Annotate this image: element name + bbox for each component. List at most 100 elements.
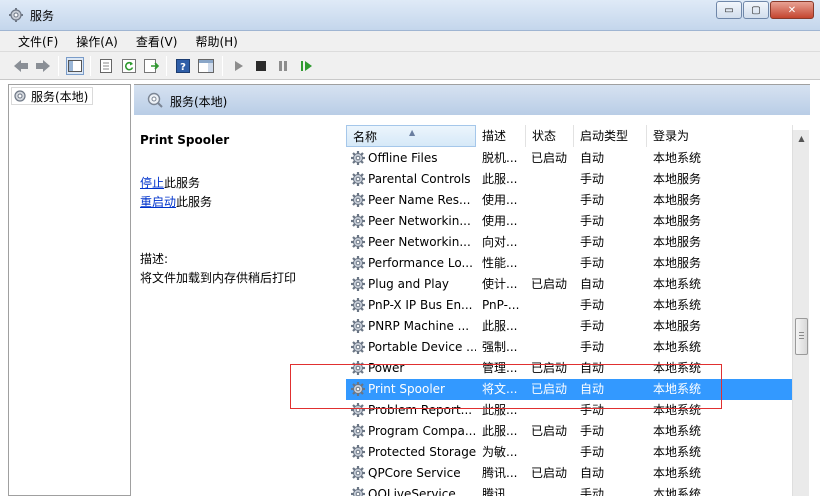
pause-service-icon[interactable]: [274, 57, 292, 75]
service-gear-icon: [351, 487, 365, 496]
service-description-cell: 腾讯...: [482, 466, 518, 480]
service-name-cell: Parental Controls: [368, 172, 471, 186]
help-icon[interactable]: ?: [174, 57, 192, 75]
window-title: 服务: [30, 9, 55, 23]
service-name-cell: Problem Report...: [368, 403, 473, 417]
service-logon-cell: 本地系统: [653, 298, 702, 312]
stop-action: 停止此服务: [140, 174, 200, 191]
properties-sheet-icon[interactable]: [97, 57, 115, 75]
service-description-cell: 将文...: [482, 382, 518, 396]
stop-action-text: 此服务: [164, 176, 201, 190]
service-name-cell: Plug and Play: [368, 277, 450, 291]
maximize-button[interactable]: ▢: [743, 1, 769, 19]
service-gear-icon: [351, 235, 365, 249]
table-row[interactable]: Performance Lo... 性能... 手动 本地服务: [346, 253, 794, 274]
services-list: ▲ 名称 描述 状态 启动类型 登录为 Offline Files 脱机... 已启…: [346, 123, 810, 496]
service-logon-cell: 本地系统: [653, 487, 702, 496]
service-status-cell: [531, 316, 577, 337]
forward-arrow-icon[interactable]: [34, 57, 52, 75]
scroll-up-icon[interactable]: ▲: [793, 130, 810, 147]
minimize-button[interactable]: ▭: [716, 1, 742, 19]
service-status-cell: 已启动: [531, 277, 568, 291]
service-startup-type-cell: 手动: [580, 487, 605, 496]
service-description-cell: 为敏...: [482, 445, 518, 459]
service-gear-icon: [351, 319, 365, 333]
service-startup-type-cell: 手动: [580, 340, 605, 354]
refresh-icon[interactable]: [120, 57, 138, 75]
table-row[interactable]: Print Spooler 将文... 已启动 自动 本地系统: [346, 379, 794, 400]
table-row[interactable]: Protected Storage 为敏... 手动 本地系统: [346, 442, 794, 463]
table-row[interactable]: Parental Controls 此服... 手动 本地服务: [346, 169, 794, 190]
service-startup-type-cell: 手动: [580, 235, 605, 249]
restart-service-link[interactable]: 重启动: [140, 195, 176, 209]
service-status-cell: 已启动: [531, 466, 568, 480]
table-row[interactable]: Power 管理... 已启动 自动 本地系统: [346, 358, 794, 379]
services-pane: 服务(本地) Print Spooler 停止此服务 重启动此服务 描述: 将文…: [134, 84, 810, 496]
service-startup-type-cell: 自动: [580, 151, 605, 165]
service-status-cell: [531, 484, 577, 496]
service-description-cell: 使用...: [482, 193, 518, 207]
service-name-cell: Protected Storage: [368, 445, 476, 459]
table-row[interactable]: Problem Report... 此服... 手动 本地系统: [346, 400, 794, 421]
vertical-scrollbar[interactable]: ▲: [792, 130, 809, 496]
service-status-cell: 已启动: [531, 361, 568, 375]
restart-service-icon[interactable]: [298, 57, 316, 75]
action-pane-icon[interactable]: [197, 57, 215, 75]
table-row[interactable]: QQLiveService 腾讯... 手动 本地系统: [346, 484, 794, 496]
service-gear-icon: [351, 172, 365, 186]
start-service-icon[interactable]: [230, 57, 248, 75]
scrollbar-thumb[interactable]: [795, 318, 808, 355]
services-gear-icon: [14, 90, 26, 102]
show-console-tree-icon[interactable]: [66, 57, 84, 75]
menu-file[interactable]: 文件(F): [0, 33, 67, 50]
service-logon-cell: 本地服务: [653, 319, 702, 333]
service-name-cell: QPCore Service: [368, 466, 461, 480]
table-row[interactable]: Peer Networkin... 使用... 手动 本地服务: [346, 211, 794, 232]
tree-node-label: 服务(本地): [31, 89, 89, 104]
service-gear-icon: [351, 256, 365, 270]
table-row[interactable]: Plug and Play 使计... 已启动 自动 本地系统: [346, 274, 794, 295]
column-header-name[interactable]: ▲ 名称: [346, 125, 476, 147]
table-row[interactable]: Offline Files 脱机... 已启动 自动 本地系统: [346, 148, 794, 169]
column-header-logon-as[interactable]: 登录为: [647, 125, 793, 147]
service-startup-type-cell: 自动: [580, 466, 605, 480]
tree-node-services-local[interactable]: 服务(本地): [11, 87, 94, 105]
table-row[interactable]: Program Compa... 此服... 已启动 手动 本地系统: [346, 421, 794, 442]
stop-service-link[interactable]: 停止: [140, 176, 164, 190]
service-name-cell: Portable Device ...: [368, 340, 476, 354]
service-name-cell: Peer Networkin...: [368, 214, 471, 228]
column-header-status[interactable]: 状态: [526, 125, 574, 147]
service-status-cell: [531, 442, 577, 463]
service-gear-icon: [351, 361, 365, 375]
menu-help[interactable]: 帮助(H): [186, 33, 246, 50]
service-name-cell: QQLiveService: [368, 487, 456, 496]
table-row[interactable]: Portable Device ... 强制... 手动 本地系统: [346, 337, 794, 358]
service-status-cell: [531, 211, 577, 232]
export-list-icon[interactable]: [143, 57, 161, 75]
menu-view[interactable]: 查看(V): [127, 33, 187, 50]
service-gear-icon: [351, 445, 365, 459]
close-button[interactable]: ✕: [770, 1, 814, 19]
table-row[interactable]: PNRP Machine ... 此服... 手动 本地服务: [346, 316, 794, 337]
table-row[interactable]: Peer Networkin... 向对... 手动 本地服务: [346, 232, 794, 253]
service-logon-cell: 本地服务: [653, 172, 702, 186]
service-logon-cell: 本地服务: [653, 214, 702, 228]
service-logon-cell: 本地服务: [653, 256, 702, 270]
service-logon-cell: 本地系统: [653, 361, 702, 375]
toolbar: ?: [0, 52, 820, 80]
table-row[interactable]: Peer Name Res... 使用... 手动 本地服务: [346, 190, 794, 211]
column-header-description[interactable]: 描述: [476, 125, 526, 147]
service-startup-type-cell: 手动: [580, 172, 605, 186]
service-startup-type-cell: 手动: [580, 214, 605, 228]
sort-ascending-icon: ▲: [409, 128, 416, 137]
table-row[interactable]: PnP-X IP Bus En... PnP-... 手动 本地系统: [346, 295, 794, 316]
back-arrow-icon[interactable]: [12, 57, 30, 75]
selected-service-name: Print Spooler: [140, 133, 230, 147]
service-startup-type-cell: 自动: [580, 382, 605, 396]
column-header-startup-type[interactable]: 启动类型: [574, 125, 647, 147]
stop-service-icon[interactable]: [252, 57, 270, 75]
menu-action[interactable]: 操作(A): [67, 33, 127, 50]
description-text: 将文件加载到内存供稍后打印: [140, 271, 297, 285]
table-row[interactable]: QPCore Service 腾讯... 已启动 自动 本地系统: [346, 463, 794, 484]
search-gear-icon: [147, 92, 163, 108]
